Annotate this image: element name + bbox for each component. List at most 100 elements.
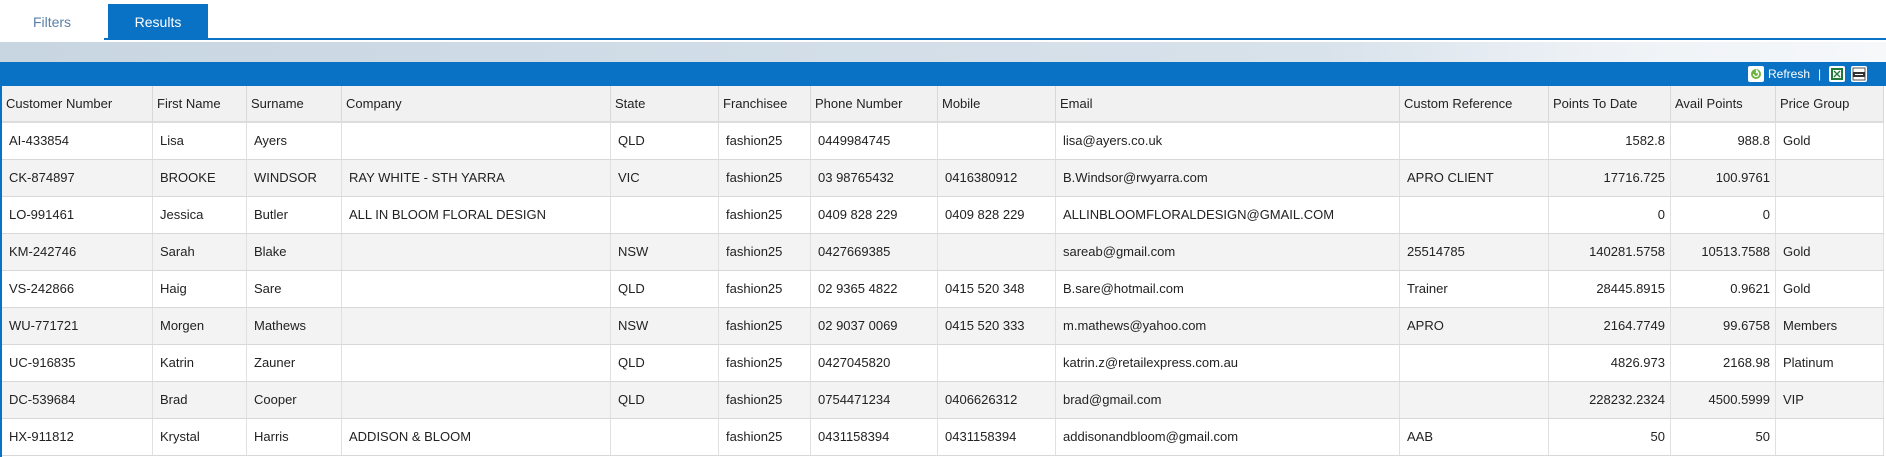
column-header-first-name[interactable]: First Name bbox=[153, 86, 247, 121]
cell-avail-points: 10513.7588 bbox=[1671, 234, 1776, 270]
cell-franchisee: fashion25 bbox=[719, 345, 811, 381]
cell-custom-reference bbox=[1400, 197, 1549, 233]
refresh-icon[interactable] bbox=[1748, 66, 1764, 82]
cell-state bbox=[611, 197, 719, 233]
column-header-mobile[interactable]: Mobile bbox=[938, 86, 1056, 121]
column-header-phone-number[interactable]: Phone Number bbox=[811, 86, 938, 121]
cell-avail-points: 99.6758 bbox=[1671, 308, 1776, 344]
column-header-company[interactable]: Company bbox=[342, 86, 611, 121]
cell-price-group bbox=[1776, 160, 1884, 196]
cell-state: QLD bbox=[611, 345, 719, 381]
cell-company: RAY WHITE - STH YARRA bbox=[342, 160, 611, 196]
tab-results[interactable]: Results bbox=[108, 4, 208, 40]
cell-franchisee: fashion25 bbox=[719, 382, 811, 418]
cell-avail-points: 50 bbox=[1671, 419, 1776, 455]
cell-surname: Ayers bbox=[247, 123, 342, 159]
cell-price-group: Gold bbox=[1776, 123, 1884, 159]
cell-phone-number: 0754471234 bbox=[811, 382, 938, 418]
cell-state: NSW bbox=[611, 308, 719, 344]
cell-avail-points: 988.8 bbox=[1671, 123, 1776, 159]
cell-points-to-date: 4826.973 bbox=[1549, 345, 1671, 381]
cell-customer-number: DC-539684 bbox=[2, 382, 153, 418]
cell-price-group: Gold bbox=[1776, 271, 1884, 307]
table-row[interactable]: KM-242746 Sarah Blake NSW fashion25 0427… bbox=[2, 234, 1884, 271]
cell-phone-number: 02 9037 0069 bbox=[811, 308, 938, 344]
cell-first-name: Sarah bbox=[153, 234, 247, 270]
cell-surname: Harris bbox=[247, 419, 342, 455]
cell-franchisee: fashion25 bbox=[719, 234, 811, 270]
cell-email: ALLINBLOOMFLORALDESIGN@GMAIL.COM bbox=[1056, 197, 1400, 233]
cell-avail-points: 4500.5999 bbox=[1671, 382, 1776, 418]
cell-price-group: Members bbox=[1776, 308, 1884, 344]
cell-mobile bbox=[938, 234, 1056, 270]
cell-price-group: Platinum bbox=[1776, 345, 1884, 381]
table-row[interactable]: VS-242866 Haig Sare QLD fashion25 02 936… bbox=[2, 271, 1884, 308]
table-row[interactable]: DC-539684 Brad Cooper QLD fashion25 0754… bbox=[2, 382, 1884, 419]
table-row[interactable]: LO-991461 Jessica Butler ALL IN BLOOM FL… bbox=[2, 197, 1884, 234]
column-header-franchisee[interactable]: Franchisee bbox=[719, 86, 811, 121]
cell-state: QLD bbox=[611, 382, 719, 418]
cell-custom-reference: AAB bbox=[1400, 419, 1549, 455]
cell-points-to-date: 140281.5758 bbox=[1549, 234, 1671, 270]
cell-first-name: Brad bbox=[153, 382, 247, 418]
cell-phone-number: 03 98765432 bbox=[811, 160, 938, 196]
table-row[interactable]: AI-433854 Lisa Ayers QLD fashion25 04499… bbox=[2, 123, 1884, 160]
cell-custom-reference: Trainer bbox=[1400, 271, 1549, 307]
column-header-state[interactable]: State bbox=[611, 86, 719, 121]
cell-custom-reference: 25514785 bbox=[1400, 234, 1549, 270]
cell-state bbox=[611, 419, 719, 455]
column-header-points-to-date[interactable]: Points To Date bbox=[1549, 86, 1671, 121]
tab-filters[interactable]: Filters bbox=[0, 4, 104, 40]
cell-franchisee: fashion25 bbox=[719, 160, 811, 196]
cell-first-name: Lisa bbox=[153, 123, 247, 159]
cell-company bbox=[342, 382, 611, 418]
cell-phone-number: 0409 828 229 bbox=[811, 197, 938, 233]
cell-state: QLD bbox=[611, 123, 719, 159]
tab-bar: Filters Results bbox=[0, 0, 1886, 40]
cell-surname: Cooper bbox=[247, 382, 342, 418]
excel-export-icon[interactable] bbox=[1829, 66, 1845, 82]
cell-custom-reference bbox=[1400, 123, 1549, 159]
cell-first-name: Katrin bbox=[153, 345, 247, 381]
cell-franchisee: fashion25 bbox=[719, 271, 811, 307]
cell-email: B.Windsor@rwyarra.com bbox=[1056, 160, 1400, 196]
cell-points-to-date: 0 bbox=[1549, 197, 1671, 233]
cell-phone-number: 0427669385 bbox=[811, 234, 938, 270]
table-row[interactable]: WU-771721 Morgen Mathews NSW fashion25 0… bbox=[2, 308, 1884, 345]
csv-export-icon[interactable] bbox=[1851, 66, 1867, 82]
column-header-surname[interactable]: Surname bbox=[247, 86, 342, 121]
cell-state: QLD bbox=[611, 271, 719, 307]
cell-surname: Zauner bbox=[247, 345, 342, 381]
cell-custom-reference: APRO CLIENT bbox=[1400, 160, 1549, 196]
cell-email: m.mathews@yahoo.com bbox=[1056, 308, 1400, 344]
cell-surname: Sare bbox=[247, 271, 342, 307]
column-header-price-group[interactable]: Price Group bbox=[1776, 86, 1884, 121]
cell-customer-number: VS-242866 bbox=[2, 271, 153, 307]
refresh-button[interactable]: Refresh bbox=[1768, 66, 1810, 82]
column-header-avail-points[interactable]: Avail Points bbox=[1671, 86, 1776, 121]
table-row[interactable]: CK-874897 BROOKE WINDSOR RAY WHITE - STH… bbox=[2, 160, 1884, 197]
cell-mobile: 0431158394 bbox=[938, 419, 1056, 455]
cell-phone-number: 0427045820 bbox=[811, 345, 938, 381]
cell-points-to-date: 50 bbox=[1549, 419, 1671, 455]
cell-first-name: Jessica bbox=[153, 197, 247, 233]
cell-mobile: 0416380912 bbox=[938, 160, 1056, 196]
table-row[interactable]: UC-916835 Katrin Zauner QLD fashion25 04… bbox=[2, 345, 1884, 382]
table-row[interactable]: HX-911812 Krystal Harris ADDISON & BLOOM… bbox=[2, 419, 1884, 456]
cell-company: ALL IN BLOOM FLORAL DESIGN bbox=[342, 197, 611, 233]
cell-franchisee: fashion25 bbox=[719, 419, 811, 455]
column-header-custom-reference[interactable]: Custom Reference bbox=[1400, 86, 1549, 121]
cell-franchisee: fashion25 bbox=[719, 123, 811, 159]
cell-company bbox=[342, 345, 611, 381]
cell-price-group: Gold bbox=[1776, 234, 1884, 270]
column-header-email[interactable]: Email bbox=[1056, 86, 1400, 121]
results-banner bbox=[0, 42, 1886, 62]
column-header-customer-number[interactable]: Customer Number bbox=[2, 86, 153, 121]
cell-mobile: 0406626312 bbox=[938, 382, 1056, 418]
cell-email: addisonandbloom@gmail.com bbox=[1056, 419, 1400, 455]
cell-company bbox=[342, 308, 611, 344]
cell-first-name: BROOKE bbox=[153, 160, 247, 196]
cell-mobile: 0415 520 348 bbox=[938, 271, 1056, 307]
cell-mobile bbox=[938, 123, 1056, 159]
cell-customer-number: WU-771721 bbox=[2, 308, 153, 344]
